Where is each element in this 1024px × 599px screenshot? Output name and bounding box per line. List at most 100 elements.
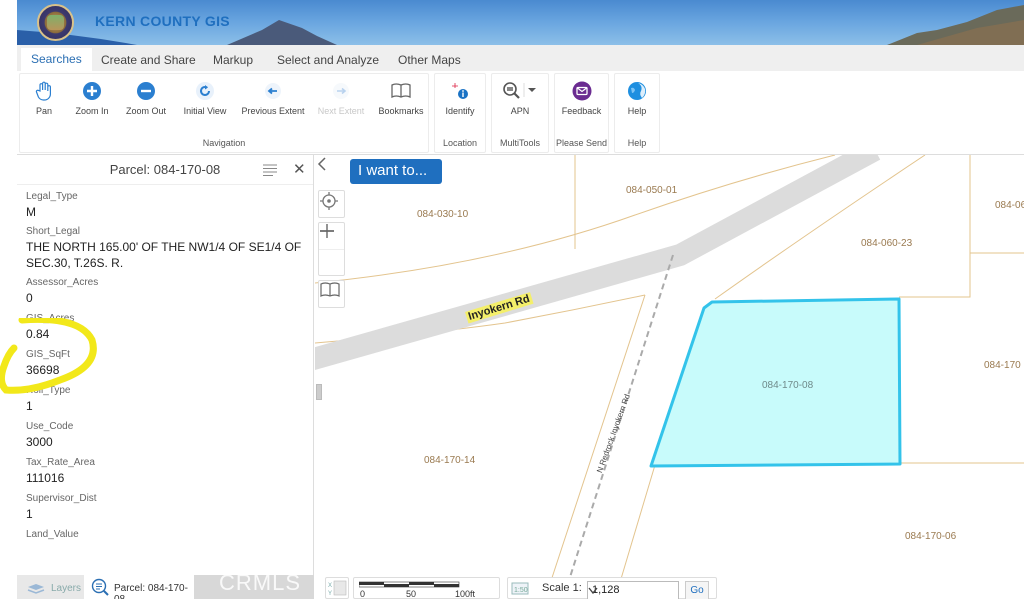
ribbon-toolbar: Pan Zoom In Zoom Out Initial View Previo… (17, 71, 1024, 155)
svg-text:1:50: 1:50 (514, 587, 528, 594)
zoom-in-icon (83, 82, 101, 100)
tab-markup[interactable]: Markup (213, 49, 253, 71)
layers-tab-label: Layers (51, 583, 82, 594)
i-want-to-button[interactable]: I want to... (350, 159, 442, 184)
minus-icon (320, 230, 334, 232)
initial-view-label: Initial View (183, 106, 227, 116)
attribute-item: Short_Legal THE NORTH 165.00' OF THE NW1… (26, 226, 313, 271)
please-send-group: Feedback Please Send (554, 73, 609, 153)
tab-select-and-analyze[interactable]: Select and Analyze (277, 49, 379, 71)
attribute-label: Assessor_Acres (26, 277, 99, 288)
apn-label: APN (510, 106, 530, 116)
scale-ruler-icon: 1:50 (511, 582, 529, 595)
parcel-results-tab[interactable]: Parcel: 084-170-08 (84, 575, 194, 599)
county-seal-logo (37, 4, 74, 41)
pan-button[interactable]: Pan (26, 80, 62, 116)
xy-grid-icon: XY (328, 580, 347, 597)
tab-create-and-share[interactable]: Create and Share (101, 49, 196, 71)
menu-lines-icon[interactable] (263, 164, 277, 176)
search-dropdown-icon (503, 82, 536, 99)
attribute-list: Legal_Type M Short_Legal THE NORTH 165.0… (17, 191, 313, 540)
hand-icon (35, 81, 51, 101)
svg-text:X: X (328, 583, 332, 589)
locate-button[interactable] (318, 190, 345, 218)
parcel-details-panel: Parcel: 084-170-08 ✕ Legal_Type M Short_… (17, 155, 314, 575)
map-bookmarks-button[interactable] (318, 280, 345, 308)
chevron-down-icon (588, 587, 598, 595)
tab-other-maps[interactable]: Other Maps (398, 49, 461, 71)
collapse-panel-button[interactable] (317, 157, 345, 185)
parcel-label: 084-050-01 (626, 185, 678, 196)
scale-tick-50: 50 (406, 589, 417, 599)
attribute-value: M (26, 205, 36, 219)
parcel-line (544, 294, 646, 599)
identify-button[interactable]: Identify (435, 80, 485, 116)
list-search-icon (91, 578, 109, 596)
next-extent-label: Next Extent (317, 106, 365, 116)
attribute-item: Roll_Type 1 (26, 385, 313, 414)
location-group: Identify Location (434, 73, 486, 153)
parcel-label: 084-060-23 (861, 238, 913, 249)
attribute-value: 0.84 (26, 327, 50, 341)
crosshair-icon (320, 192, 338, 210)
apn-search-button[interactable]: APN (492, 80, 548, 116)
scale-select[interactable]: 1,128 (587, 581, 679, 599)
feedback-button[interactable]: Feedback (555, 80, 608, 116)
bookmarks-button[interactable]: Bookmarks (376, 80, 426, 116)
help-group-label: Help (627, 138, 647, 148)
zoom-in-button[interactable]: Zoom In (72, 80, 112, 116)
attribute-item: Use_Code 3000 (26, 421, 313, 450)
zoom-out-button[interactable]: Zoom Out (121, 80, 171, 116)
navigation-group-label: Navigation (202, 138, 246, 148)
map-view[interactable]: 084-030-10 084-050-01 084-060-23 084-06 … (315, 155, 1024, 599)
close-icon[interactable]: ✕ (293, 160, 306, 178)
ribbon-tabs: Searches Create and Share Markup Select … (17, 45, 1024, 72)
attribute-item: Tax_Rate_Area 111016 (26, 457, 313, 486)
help-label: Help (627, 106, 647, 116)
panel-resize-handle[interactable] (316, 384, 322, 400)
scale-tick-100ft: 100ft (455, 589, 476, 599)
identify-icon (452, 83, 468, 99)
attribute-label: Short_Legal (26, 226, 80, 237)
zoom-in-label: Zoom In (75, 106, 109, 116)
attribute-value: 3000 (26, 435, 53, 449)
attribute-label: Legal_Type (26, 191, 78, 202)
attribute-label: GIS_SqFt (26, 349, 70, 360)
attribute-label: Tax_Rate_Area (26, 457, 95, 468)
attribute-value: THE NORTH 165.00' OF THE NW1/4 OF SE1/4 … (26, 240, 302, 270)
map-zoom-out-button[interactable] (319, 230, 344, 275)
bookmarks-label: Bookmarks (378, 106, 424, 116)
layers-icon (27, 584, 45, 594)
pan-label: Pan (35, 106, 52, 116)
attribute-item: Supervisor_Dist 1 (26, 493, 313, 522)
go-button[interactable]: Go (685, 581, 709, 599)
scale-tick-0: 0 (360, 589, 366, 599)
feedback-label: Feedback (561, 106, 602, 116)
coordinates-button[interactable]: XY (325, 577, 349, 599)
initial-view-button[interactable]: Initial View (179, 80, 231, 116)
multitools-group-label: MultiTools (499, 138, 540, 148)
attribute-item: Land_Value (26, 529, 313, 540)
attribute-label: GIS_Acres (26, 313, 75, 324)
attribute-value: 36698 (26, 363, 60, 377)
panel-header: Parcel: 084-170-08 ✕ (17, 155, 313, 185)
attribute-value: 1 (26, 507, 33, 521)
zoom-out-icon (137, 82, 155, 100)
parcel-line (899, 155, 971, 298)
attribute-label: Roll_Type (26, 385, 71, 396)
tab-searches[interactable]: Searches (21, 48, 92, 72)
scale-bar: 0 50 100ft (353, 577, 500, 599)
attribute-value: 0 (26, 291, 33, 305)
layers-tab[interactable]: Layers (17, 575, 84, 599)
globe-icon (628, 82, 646, 100)
refresh-icon (196, 82, 214, 100)
zoom-controls (318, 222, 345, 276)
book-icon (320, 282, 340, 297)
previous-extent-button[interactable]: Previous Extent (239, 80, 307, 116)
help-button[interactable]: Help (615, 80, 659, 116)
mail-icon (572, 81, 591, 101)
attribute-value: 111016 (26, 471, 65, 485)
next-extent-button[interactable]: Next Extent (315, 80, 367, 116)
previous-extent-label: Previous Extent (241, 106, 305, 116)
attribute-item: Legal_Type M (26, 191, 313, 220)
